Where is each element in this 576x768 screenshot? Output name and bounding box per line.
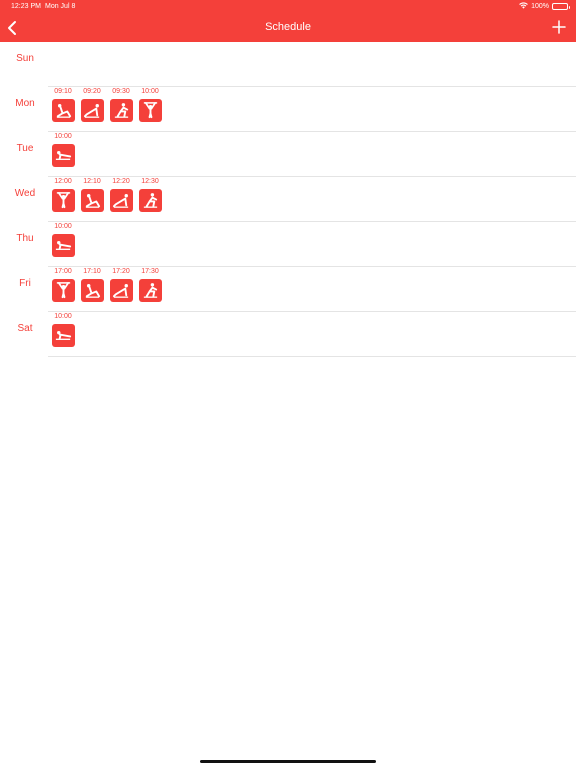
workout-session[interactable]: 12:20 [109,178,133,212]
day-row-tue: Tue 10:00 [0,132,576,177]
workout-session[interactable]: 17:30 [138,268,162,302]
session-time: 09:30 [112,88,130,95]
day-label: Wed [14,188,36,199]
workout-session[interactable]: 12:00 [51,178,75,212]
workout-session[interactable]: 12:10 [80,178,104,212]
day-label: Fri [19,278,31,289]
day-label: Thu [16,233,34,244]
workout-session[interactable]: 09:30 [109,88,133,122]
session-time: 17:30 [141,268,159,275]
plank-icon [51,144,75,167]
day-label: Sun [16,53,34,64]
status-date: Mon Jul 8 [45,3,76,10]
status-right: 100% [519,2,570,11]
session-time: 17:10 [83,268,101,275]
squat-icon [138,189,162,212]
plank-icon [51,324,75,347]
session-time: 12:20 [112,178,130,185]
day-label: Mon [15,98,35,109]
session-time: 10:00 [54,133,72,140]
crunch-icon [51,99,75,122]
session-time: 09:20 [83,88,101,95]
battery-icon [552,3,570,10]
plus-icon [552,20,566,34]
workout-session[interactable]: 09:20 [80,88,104,122]
pushup-icon [80,99,104,122]
crunch-icon [80,279,104,302]
day-label: Tue [16,143,34,154]
session-time: 12:30 [141,178,159,185]
pullup-icon [138,99,162,122]
day-row-mon: Mon 09:10 09:20 09:30 10:00 [0,87,576,132]
status-time: 12:23 PM [11,3,41,10]
session-time: 12:10 [83,178,101,185]
session-time: 10:00 [54,313,72,320]
squat-icon [109,99,133,122]
pullup-icon [51,279,75,302]
session-time: 17:00 [54,268,72,275]
session-time: 17:20 [112,268,130,275]
workout-session[interactable]: 10:00 [138,88,162,122]
pushup-icon [109,189,133,212]
session-time: 10:00 [141,88,159,95]
nav-bar: Schedule [0,14,576,42]
workout-session[interactable]: 17:00 [51,268,75,302]
status-bar: 12:23 PM Mon Jul 8 100% [0,0,576,14]
day-row-thu: Thu 10:00 [0,222,576,267]
squat-icon [138,279,162,302]
add-button[interactable] [552,20,566,34]
workout-session[interactable]: 10:00 [51,313,75,347]
workout-session[interactable]: 12:30 [138,178,162,212]
workout-session[interactable]: 09:10 [51,88,75,122]
day-label: Sat [17,323,33,334]
workout-session[interactable]: 17:20 [109,268,133,302]
day-row-sat: Sat 10:00 [0,312,576,357]
home-indicator [200,760,376,763]
workout-session[interactable]: 17:10 [80,268,104,302]
pullup-icon [51,189,75,212]
session-time: 12:00 [54,178,72,185]
workout-session[interactable]: 10:00 [51,133,75,167]
session-time: 10:00 [54,223,72,230]
day-row-wed: Wed 12:00 12:10 12:20 12:30 [0,177,576,222]
plank-icon [51,234,75,257]
battery-percent: 100% [531,3,549,10]
schedule-list: Sun Mon 09:10 09:20 09:30 10:00 Tue 10:00 Wed 12:… [0,42,576,357]
pushup-icon [109,279,133,302]
workout-session[interactable]: 10:00 [51,223,75,257]
page-title: Schedule [265,21,311,33]
crunch-icon [80,189,104,212]
day-row-fri: Fri 17:00 17:10 17:20 17:30 [0,267,576,312]
wifi-icon [519,2,528,11]
session-time: 09:10 [54,88,72,95]
day-row-sun: Sun [0,42,576,87]
